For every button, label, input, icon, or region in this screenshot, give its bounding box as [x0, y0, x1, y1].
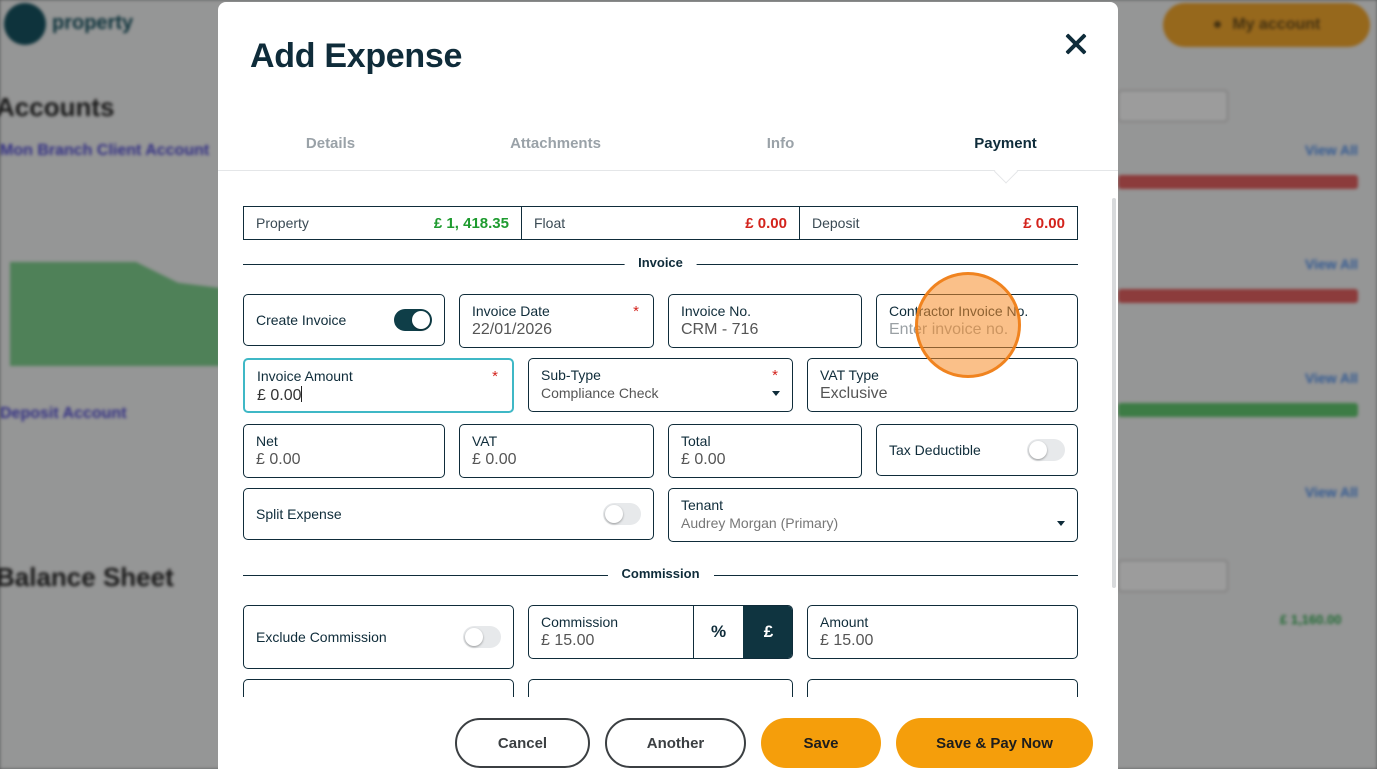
property-balance: Property £ 1, 418.35 [244, 207, 522, 239]
invoice-no-value: CRM - 716 [681, 321, 759, 338]
commission-amount-field[interactable]: Amount £ 15.00 [807, 605, 1078, 659]
required-marker: * [633, 303, 639, 320]
property-amount: £ 1, 418.35 [433, 214, 509, 232]
required-marker: * [772, 367, 778, 384]
float-balance: Float £ 0.00 [522, 207, 800, 239]
total-value: £ 0.00 [681, 451, 726, 468]
invoice-date-field[interactable]: Invoice Date * 22/01/2026 [459, 294, 654, 348]
modal-footer: Cancel Another Save Save & Pay Now [218, 697, 1118, 769]
float-amount: £ 0.00 [745, 214, 787, 232]
exclude-commission-toggle[interactable] [463, 626, 501, 648]
invoice-amount-field[interactable]: Invoice Amount * £ 0.00 [243, 358, 514, 413]
commission-input[interactable]: Commission £ 15.00 [529, 606, 693, 658]
balance-summary: Property £ 1, 418.35 Float £ 0.00 Deposi… [243, 206, 1078, 240]
total-field[interactable]: Total £ 0.00 [668, 424, 862, 478]
deposit-balance: Deposit £ 0.00 [812, 214, 1065, 232]
vat-type-field[interactable]: VAT Type Exclusive [807, 358, 1078, 412]
text-cursor [301, 386, 303, 402]
exclude-commission-toggle-field[interactable]: Exclude Commission [243, 605, 514, 669]
commission-amount-value: £ 15.00 [820, 632, 874, 649]
invoice-amount-input[interactable]: £ 0.00 [257, 386, 500, 405]
save-button[interactable]: Save [761, 718, 881, 768]
commission-pound-button[interactable]: £ [743, 606, 792, 658]
close-icon[interactable] [1060, 28, 1092, 60]
tax-deductible-toggle[interactable] [1027, 439, 1065, 461]
add-expense-modal: Add Expense Details Attachments Info Pay… [218, 2, 1118, 769]
contractor-invoice-no-input[interactable]: Enter invoice no. [889, 321, 1065, 339]
tab-details[interactable]: Details [218, 124, 443, 170]
invoice-date-value: 22/01/2026 [472, 321, 553, 338]
chevron-down-icon [772, 391, 780, 396]
invoice-divider: Invoice [243, 255, 1078, 270]
net-field[interactable]: Net £ 0.00 [243, 424, 445, 478]
vat-type-value: Exclusive [820, 385, 888, 402]
tab-attachments[interactable]: Attachments [443, 124, 668, 170]
tab-info[interactable]: Info [668, 124, 893, 170]
tab-payment[interactable]: Payment [893, 124, 1118, 170]
vat-value: £ 0.00 [472, 451, 517, 468]
cancel-button[interactable]: Cancel [455, 718, 590, 768]
another-button[interactable]: Another [605, 718, 746, 768]
invoice-section-label: Invoice [624, 255, 697, 270]
split-expense-toggle-field[interactable]: Split Expense [243, 488, 654, 540]
save-and-pay-now-button[interactable]: Save & Pay Now [896, 718, 1093, 768]
split-expense-toggle[interactable] [603, 503, 641, 525]
net-value: £ 0.00 [256, 451, 301, 468]
required-marker: * [492, 368, 498, 385]
contractor-invoice-no-field[interactable]: Contractor Invoice No. Enter invoice no. [876, 294, 1078, 348]
modal-scrollbar[interactable] [1112, 198, 1116, 588]
create-invoice-toggle-field[interactable]: Create Invoice [243, 294, 445, 346]
chevron-down-icon [1057, 521, 1065, 526]
commission-section-label: Commission [607, 566, 714, 581]
commission-field[interactable]: Commission £ 15.00 % £ [528, 605, 793, 659]
tax-deductible-toggle-field[interactable]: Tax Deductible [876, 424, 1078, 476]
sub-type-value: Compliance Check [541, 385, 659, 401]
invoice-no-field[interactable]: Invoice No. CRM - 716 [668, 294, 862, 348]
create-invoice-toggle[interactable] [394, 309, 432, 331]
commission-percent-button[interactable]: % [693, 606, 743, 658]
tenant-select[interactable]: Tenant Audrey Morgan (Primary) [668, 488, 1078, 542]
tenant-value: Audrey Morgan (Primary) [681, 515, 839, 531]
modal-title: Add Expense [250, 37, 463, 75]
commission-divider: Commission [243, 566, 1078, 581]
deposit-amount: £ 0.00 [1023, 214, 1065, 232]
vat-field[interactable]: VAT £ 0.00 [459, 424, 654, 478]
commission-value: £ 15.00 [541, 632, 595, 649]
tab-bar: Details Attachments Info Payment [218, 124, 1118, 171]
sub-type-select[interactable]: Sub-Type * Compliance Check [528, 358, 793, 412]
